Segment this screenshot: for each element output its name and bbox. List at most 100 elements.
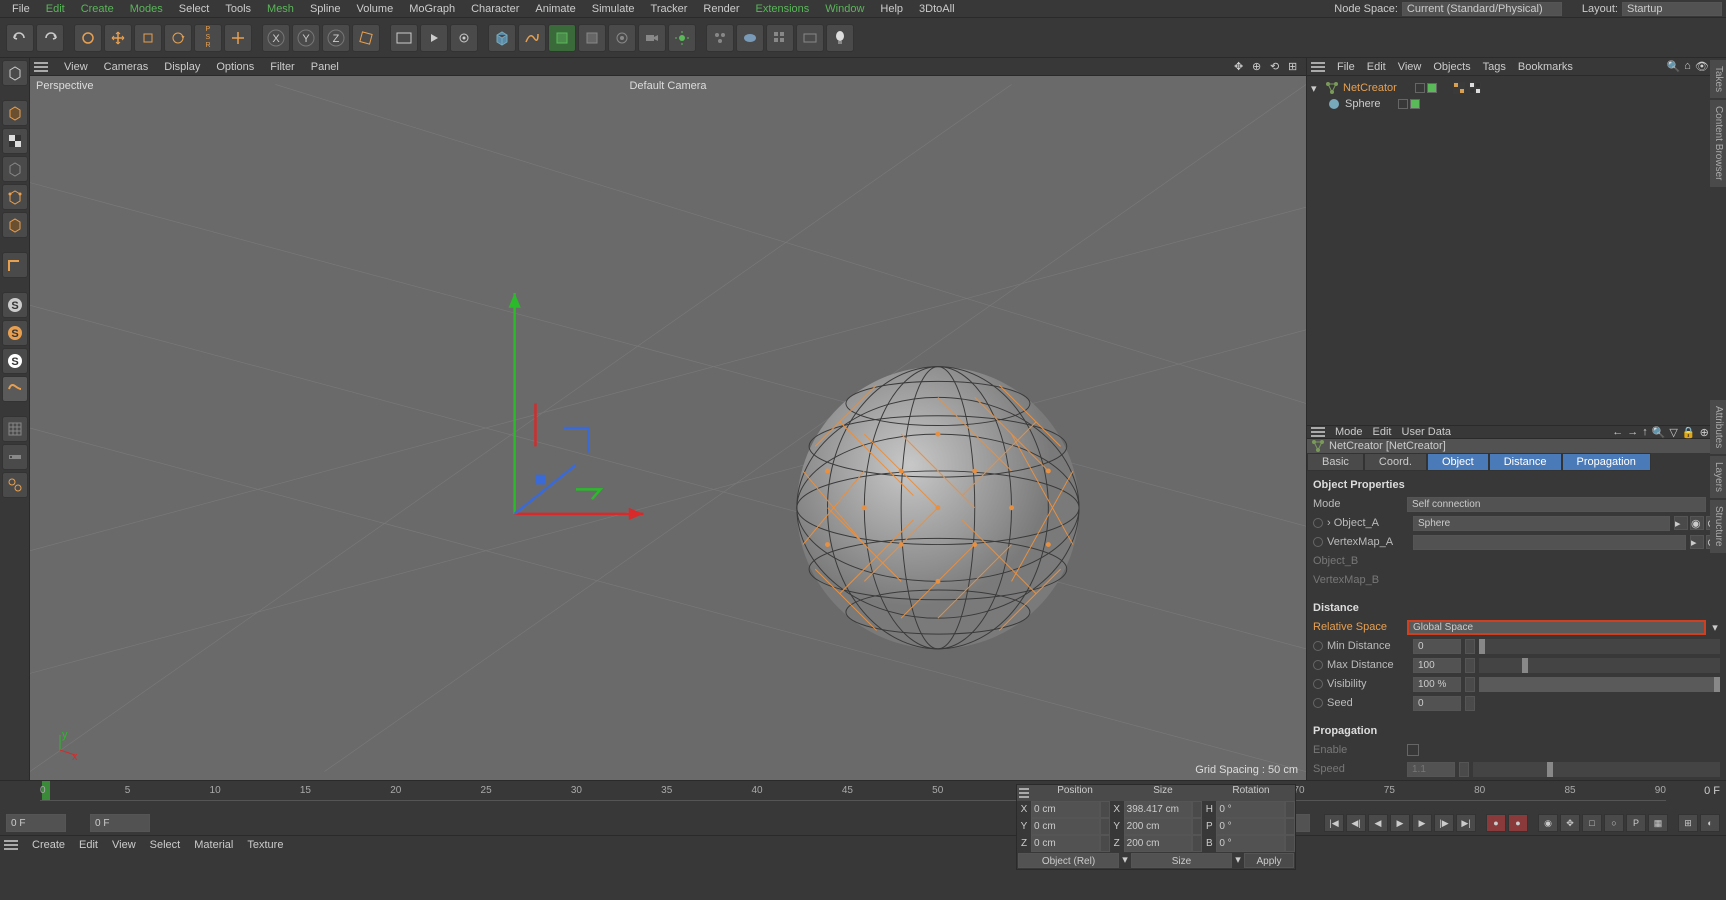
scale-tool[interactable] [134,24,162,52]
relspace-select[interactable]: Global Space [1407,620,1706,635]
select-tool[interactable] [74,24,102,52]
attr-new-icon[interactable]: ⊕ [1700,426,1709,439]
spinner[interactable] [1192,801,1202,818]
attr-back-icon[interactable]: ← [1612,426,1623,439]
environment-button[interactable] [608,24,636,52]
vp-nav-icon4[interactable]: ⊞ [1288,60,1302,74]
vp-options-menu[interactable]: Options [216,61,254,73]
field-button[interactable] [766,24,794,52]
maxdist-radio[interactable] [1313,660,1323,670]
tab-coord[interactable]: Coord. [1364,453,1427,471]
rot-p-field[interactable]: 0 ° [1216,818,1285,835]
coord-hamburger-icon[interactable] [1017,785,1031,801]
coord-mode-select[interactable]: Object (Rel) [1018,853,1119,868]
spinner[interactable] [1285,801,1295,818]
spinner[interactable] [1100,818,1110,835]
menu-mesh[interactable]: Mesh [259,3,302,15]
menu-render[interactable]: Render [695,3,747,15]
vp-panel-menu[interactable]: Panel [311,61,339,73]
attr-lock-icon[interactable]: 🔒 [1682,426,1696,439]
om-eye-icon[interactable]: 👁 [1695,60,1709,73]
mat-hamburger-icon[interactable] [4,840,18,850]
objA-pick-icon[interactable]: ▸ [1674,516,1688,530]
mat-create-menu[interactable]: Create [32,839,65,851]
attr-hamburger-icon[interactable] [1311,427,1325,437]
tree-item-netcreator[interactable]: ▾ NetCreator [1311,80,1722,96]
place-tool[interactable] [224,24,252,52]
menu-mograph[interactable]: MoGraph [401,3,463,15]
camera-button[interactable] [638,24,666,52]
rot-b-field[interactable]: 0 ° [1216,835,1285,852]
texture-mode-button[interactable] [2,128,28,154]
quantize-button[interactable] [2,472,28,498]
spline-button[interactable] [518,24,546,52]
tl-opt1-button[interactable]: ⊞ [1678,814,1698,832]
key-param-button[interactable]: P [1626,814,1646,832]
vp-nav-icon2[interactable]: ⊕ [1252,60,1266,74]
move-tool[interactable] [104,24,132,52]
menu-spline[interactable]: Spline [302,3,349,15]
om-edit-menu[interactable]: Edit [1367,61,1386,73]
viewport-hamburger-icon[interactable] [34,62,48,72]
menu-3dtoall[interactable]: 3DtoAll [911,3,962,15]
autokey-button[interactable]: ● [1508,814,1528,832]
om-bookmarks-menu[interactable]: Bookmarks [1518,61,1573,73]
render-picture-button[interactable] [420,24,448,52]
key-pla-button[interactable]: ▦ [1648,814,1668,832]
vmapA-field[interactable] [1413,535,1686,550]
takes-tab[interactable]: Takes [1710,60,1726,98]
tree-item-sphere[interactable]: Sphere [1311,96,1722,112]
om-file-menu[interactable]: File [1337,61,1355,73]
mindist-spinner[interactable] [1465,639,1475,654]
attr-search-icon[interactable]: 🔍 [1652,426,1666,439]
deformer-button[interactable] [578,24,606,52]
menu-tools[interactable]: Tools [217,3,259,15]
vp-filter-menu[interactable]: Filter [270,61,294,73]
om-search-icon[interactable]: 🔍 [1666,60,1680,73]
menu-character[interactable]: Character [463,3,527,15]
snap-s3-button[interactable]: S [2,348,28,374]
menu-window[interactable]: Window [817,3,872,15]
attr-edit-menu[interactable]: Edit [1373,426,1392,438]
seed-field[interactable]: 0 [1413,696,1461,711]
axis-z-button[interactable]: Z [322,24,350,52]
tab-basic[interactable]: Basic [1307,453,1364,471]
mat-view-menu[interactable]: View [112,839,136,851]
mindist-radio[interactable] [1313,641,1323,651]
menu-file[interactable]: File [4,3,38,15]
mat-texture-menu[interactable]: Texture [247,839,283,851]
tab-distance[interactable]: Distance [1489,453,1562,471]
rot-h-field[interactable]: 0 ° [1216,801,1285,818]
undo-button[interactable] [6,24,34,52]
object-tree[interactable]: ▾ NetCreator Sphere [1307,76,1726,426]
axis-x-button[interactable]: X [262,24,290,52]
vis-radio[interactable] [1313,679,1323,689]
attributes-tab[interactable]: Attributes [1710,400,1726,454]
tag-icon[interactable] [1453,82,1465,94]
object-mode-button[interactable] [2,100,28,126]
menu-tracker[interactable]: Tracker [643,3,696,15]
om-objects-menu[interactable]: Objects [1433,61,1470,73]
attr-mode-menu[interactable]: Mode [1335,426,1363,438]
spinner[interactable] [1285,818,1295,835]
attr-fwd-icon[interactable]: → [1627,426,1638,439]
om-tags-menu[interactable]: Tags [1483,61,1506,73]
menu-modes[interactable]: Modes [122,3,171,15]
vmapA-pick-icon[interactable]: ▸ [1690,535,1704,549]
tl-current-frame[interactable]: 0 F [90,814,150,832]
objA-field[interactable]: Sphere [1413,516,1670,531]
tag-button[interactable] [796,24,824,52]
vis-field[interactable]: 100 % [1413,677,1461,692]
spinner[interactable] [1192,818,1202,835]
vp-display-menu[interactable]: Display [164,61,200,73]
goto-start-button[interactable]: |◀ [1324,814,1344,832]
menu-create[interactable]: Create [73,3,122,15]
render-settings-button[interactable] [450,24,478,52]
mode-select[interactable]: Self connection [1407,497,1706,512]
snap-lock-button[interactable] [2,444,28,470]
menu-edit[interactable]: Edit [38,3,73,15]
next-frame-button[interactable]: ▶ [1412,814,1432,832]
coord-size-select[interactable]: Size [1131,853,1232,868]
mat-select-menu[interactable]: Select [150,839,181,851]
mograph-button[interactable] [706,24,734,52]
